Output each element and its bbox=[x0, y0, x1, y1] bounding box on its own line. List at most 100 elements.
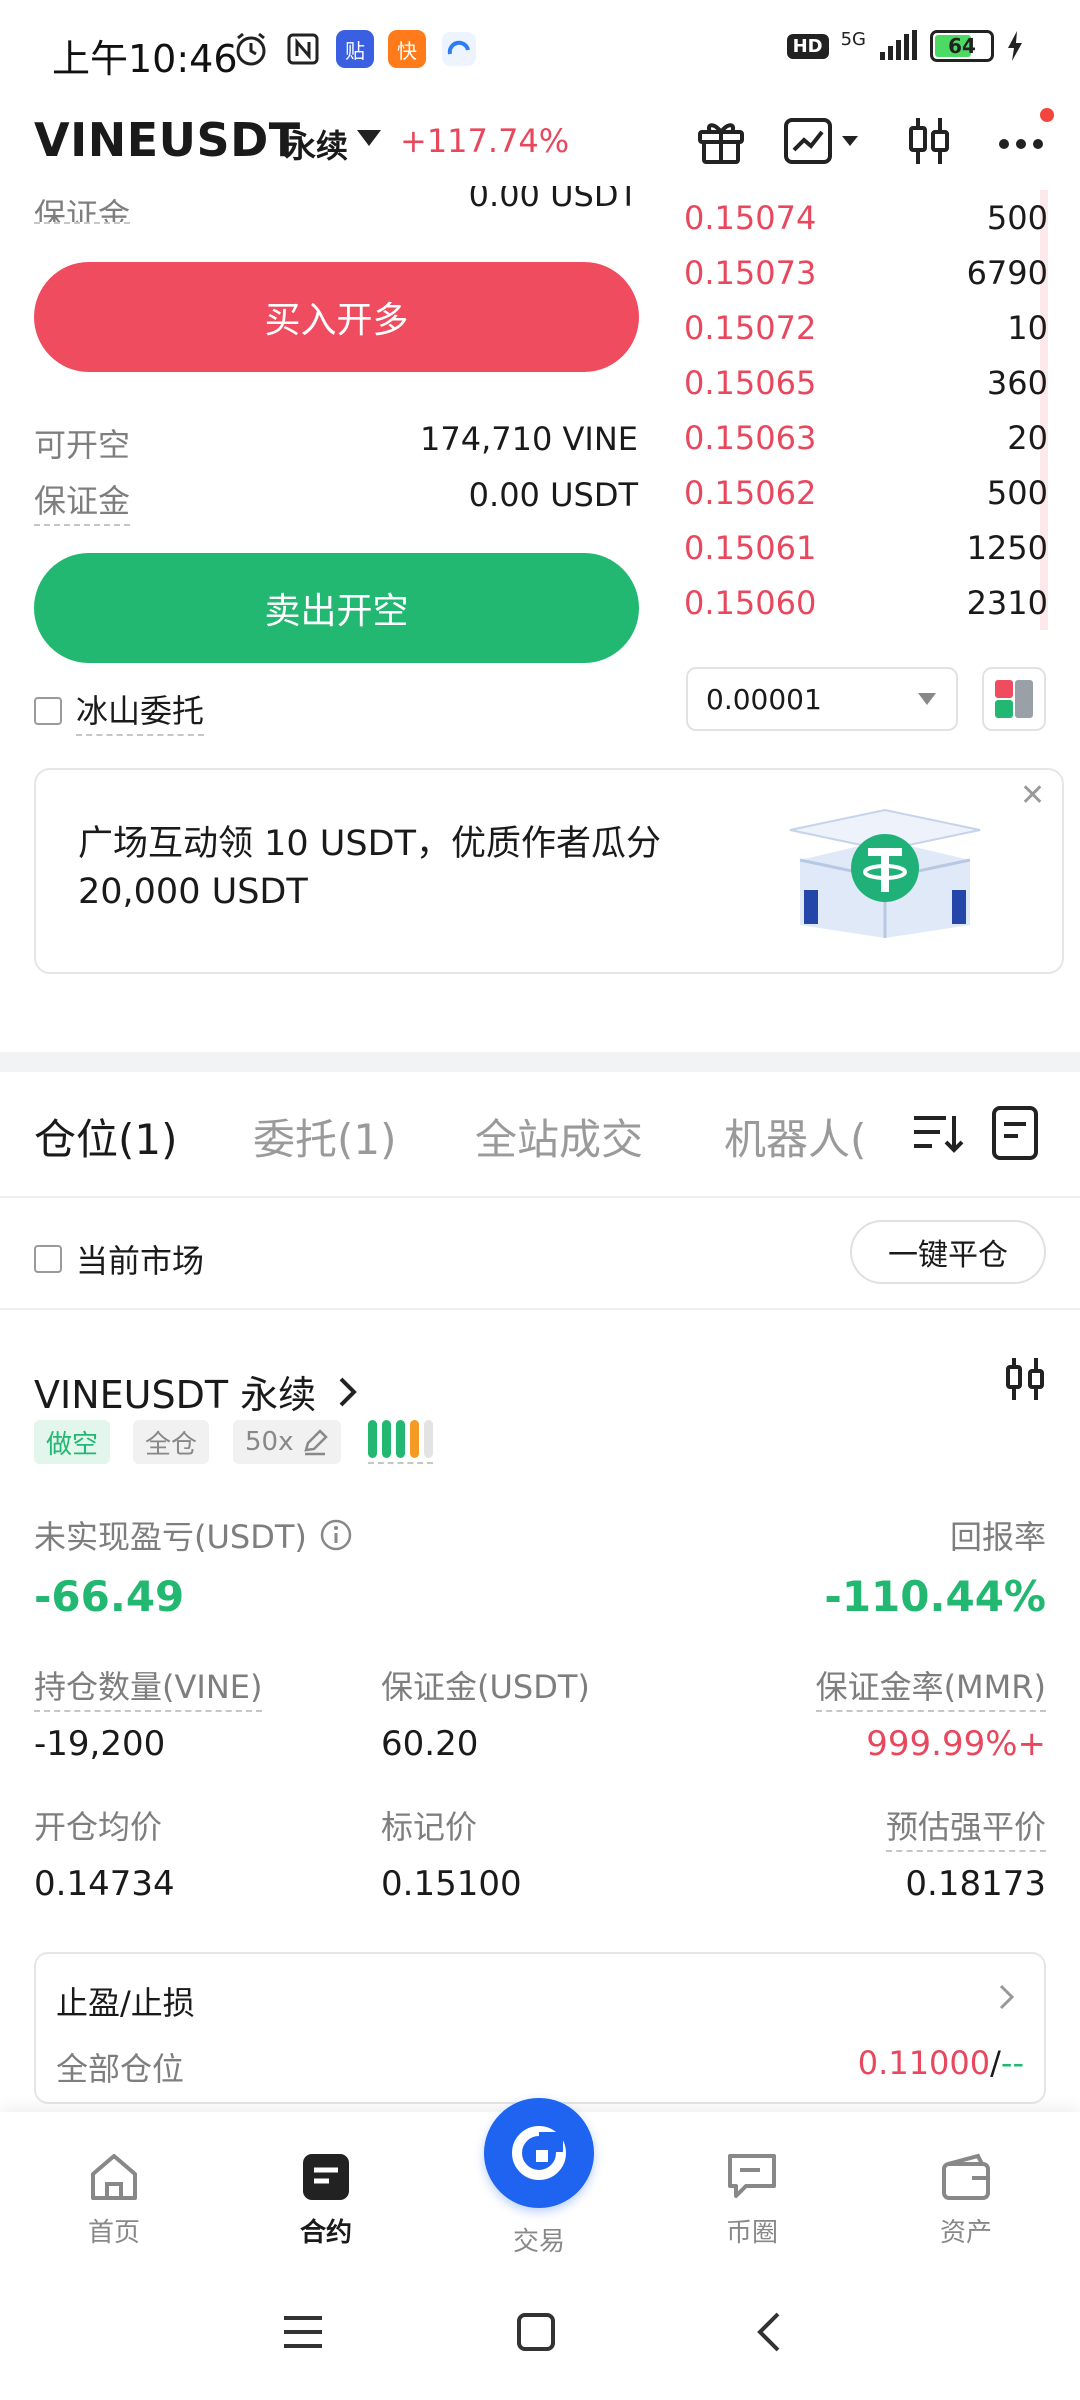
home-icon bbox=[91, 2154, 137, 2200]
current-market-label: 当前市场 bbox=[76, 1242, 205, 1280]
hd-icon: HD bbox=[786, 33, 829, 59]
position-margin-label: 保证金(USDT) bbox=[381, 1668, 590, 1706]
alarm-icon bbox=[236, 32, 266, 66]
section-divider bbox=[0, 1052, 1080, 1072]
chevron-right-icon[interactable] bbox=[996, 1982, 1018, 2012]
futures-icon bbox=[303, 2154, 349, 2200]
contract-type[interactable]: 永续 bbox=[284, 121, 348, 167]
nav-assets[interactable]: 资产 bbox=[896, 2150, 1036, 2249]
order-history-icon[interactable] bbox=[988, 1104, 1042, 1162]
position-chart-icon[interactable] bbox=[1000, 1354, 1050, 1404]
edit-icon bbox=[304, 1429, 329, 1456]
roe-value: -110.44% bbox=[824, 1572, 1046, 1621]
orderbook-layout-icon bbox=[995, 680, 1033, 718]
ask-row[interactable]: 0.15061 1250 bbox=[684, 520, 1048, 575]
can-open-short-value: 174,710 VINE bbox=[420, 420, 638, 458]
margin-mode-tag[interactable]: 全仓 bbox=[133, 1420, 210, 1464]
entry-price-value: 0.14734 bbox=[34, 1864, 175, 1904]
signal-icon bbox=[880, 30, 917, 60]
chart-type-icon[interactable] bbox=[782, 110, 872, 172]
close-all-button[interactable]: 一键平仓 bbox=[850, 1220, 1046, 1284]
unrealized-pnl-header: 未实现盈亏(USDT) bbox=[34, 1512, 353, 1558]
tick-size-select[interactable]: 0.00001 bbox=[686, 667, 958, 731]
status-right: HD 5G 64 bbox=[786, 29, 1024, 62]
sort-icon[interactable] bbox=[910, 1106, 964, 1160]
filter-divider bbox=[0, 1308, 1080, 1310]
cloud-app-icon bbox=[442, 32, 476, 66]
ask-row[interactable]: 0.15065 360 bbox=[684, 355, 1048, 410]
iceberg-label: 冰山委托 bbox=[76, 686, 205, 736]
margin-value: 0.00 USDT bbox=[468, 476, 638, 514]
notification-dot bbox=[1040, 108, 1054, 122]
current-market-filter[interactable]: 当前市场 bbox=[34, 1236, 204, 1282]
mmr-label: 保证金率(MMR) bbox=[815, 1662, 1046, 1712]
usdt-gift-box-image bbox=[770, 800, 1000, 940]
charging-icon bbox=[1008, 31, 1022, 61]
position-margin-value: 60.20 bbox=[381, 1724, 479, 1764]
mark-price-label: 标记价 bbox=[381, 1808, 478, 1846]
tpsl-separator: / bbox=[990, 2044, 1001, 2082]
side-tag: 做空 bbox=[34, 1420, 111, 1464]
tabs-divider bbox=[0, 1196, 1080, 1198]
candlestick-icon[interactable] bbox=[898, 110, 960, 172]
status-app-icons: 贴 快 bbox=[232, 30, 478, 68]
promo-banner-text[interactable]: 广场互动领 10 USDT，优质作者瓜分 20,000 USDT bbox=[78, 820, 758, 916]
ask-row[interactable]: 0.15060 2310 bbox=[684, 575, 1048, 630]
chevron-right-icon bbox=[339, 1377, 357, 1406]
status-bar: 上午10:46 贴 快 HD 5G 64 bbox=[0, 0, 1080, 100]
entry-price-label: 开仓均价 bbox=[34, 1808, 163, 1846]
orderbook-layout-button[interactable] bbox=[982, 667, 1046, 731]
gift-icon[interactable] bbox=[690, 110, 752, 172]
size-value: -19,200 bbox=[34, 1724, 166, 1764]
trade-icon bbox=[512, 2126, 566, 2180]
tpsl-scope-label: 全部仓位 bbox=[56, 2050, 185, 2088]
tab-orders[interactable]: 委托(1) bbox=[253, 1106, 397, 1167]
tieba-app-icon: 贴 bbox=[336, 30, 374, 68]
iceberg-checkbox[interactable] bbox=[34, 697, 62, 725]
iceberg-option[interactable]: 冰山委托 bbox=[34, 686, 205, 736]
chat-icon bbox=[728, 2154, 776, 2198]
top-margin-value: 0.00 USDT bbox=[468, 186, 638, 214]
menu-icon[interactable] bbox=[282, 2312, 324, 2352]
symbol-dropdown-icon[interactable] bbox=[357, 130, 381, 146]
size-label: 持仓数量(VINE) bbox=[34, 1662, 263, 1712]
home-square-icon[interactable] bbox=[516, 2312, 556, 2352]
info-icon[interactable] bbox=[319, 1518, 353, 1552]
roe-label: 回报率 bbox=[949, 1518, 1046, 1556]
unrealized-pnl-label: 未实现盈亏(USDT) bbox=[34, 1518, 307, 1556]
nav-trade-label[interactable]: 交易 bbox=[469, 2221, 609, 2258]
buy-long-button[interactable]: 买入开多 bbox=[34, 262, 639, 372]
nav-home[interactable]: 首页 bbox=[44, 2150, 184, 2249]
ask-row[interactable]: 0.15063 20 bbox=[684, 410, 1048, 465]
chevron-down-icon bbox=[918, 693, 936, 705]
can-open-short-label: 可开空 bbox=[34, 426, 131, 464]
trade-button[interactable] bbox=[484, 2098, 594, 2208]
kuaishou-app-icon: 快 bbox=[388, 30, 426, 68]
ask-row[interactable]: 0.15072 10 bbox=[684, 300, 1048, 355]
liq-price-value: 0.18173 bbox=[905, 1864, 1046, 1904]
wallet-icon bbox=[942, 2153, 990, 2200]
close-icon[interactable]: ✕ bbox=[1020, 778, 1045, 813]
current-market-checkbox[interactable] bbox=[34, 1245, 62, 1273]
tick-size-value: 0.00001 bbox=[706, 682, 822, 716]
top-margin-label: 保证金 bbox=[34, 190, 131, 224]
tpsl-label: 止盈/止损 bbox=[56, 1984, 195, 2022]
nav-futures[interactable]: 合约 bbox=[256, 2150, 396, 2249]
mark-price-value: 0.15100 bbox=[381, 1864, 522, 1904]
adl-risk-indicator[interactable] bbox=[368, 1420, 433, 1464]
tab-fade bbox=[860, 1090, 910, 1170]
position-title-link[interactable]: VINEUSDT 永续 bbox=[34, 1364, 360, 1419]
back-icon[interactable] bbox=[754, 2310, 784, 2354]
ask-row[interactable]: 0.15062 500 bbox=[684, 465, 1048, 520]
leverage-tag[interactable]: 50x bbox=[233, 1420, 342, 1464]
symbol-title[interactable]: VINEUSDT bbox=[34, 113, 301, 167]
sell-short-button[interactable]: 卖出开空 bbox=[34, 553, 639, 663]
position-title: VINEUSDT 永续 bbox=[34, 1373, 317, 1417]
tab-positions[interactable]: 仓位(1) bbox=[34, 1106, 178, 1167]
ask-row[interactable]: 0.15073 6790 bbox=[684, 245, 1048, 300]
ask-row[interactable]: 0.15074 500 bbox=[684, 190, 1048, 245]
liq-price-label: 预估强平价 bbox=[885, 1802, 1046, 1852]
leverage-value: 50x bbox=[245, 1427, 294, 1457]
nav-community[interactable]: 币圈 bbox=[682, 2150, 822, 2249]
tab-market-trades[interactable]: 全站成交 bbox=[475, 1106, 643, 1167]
